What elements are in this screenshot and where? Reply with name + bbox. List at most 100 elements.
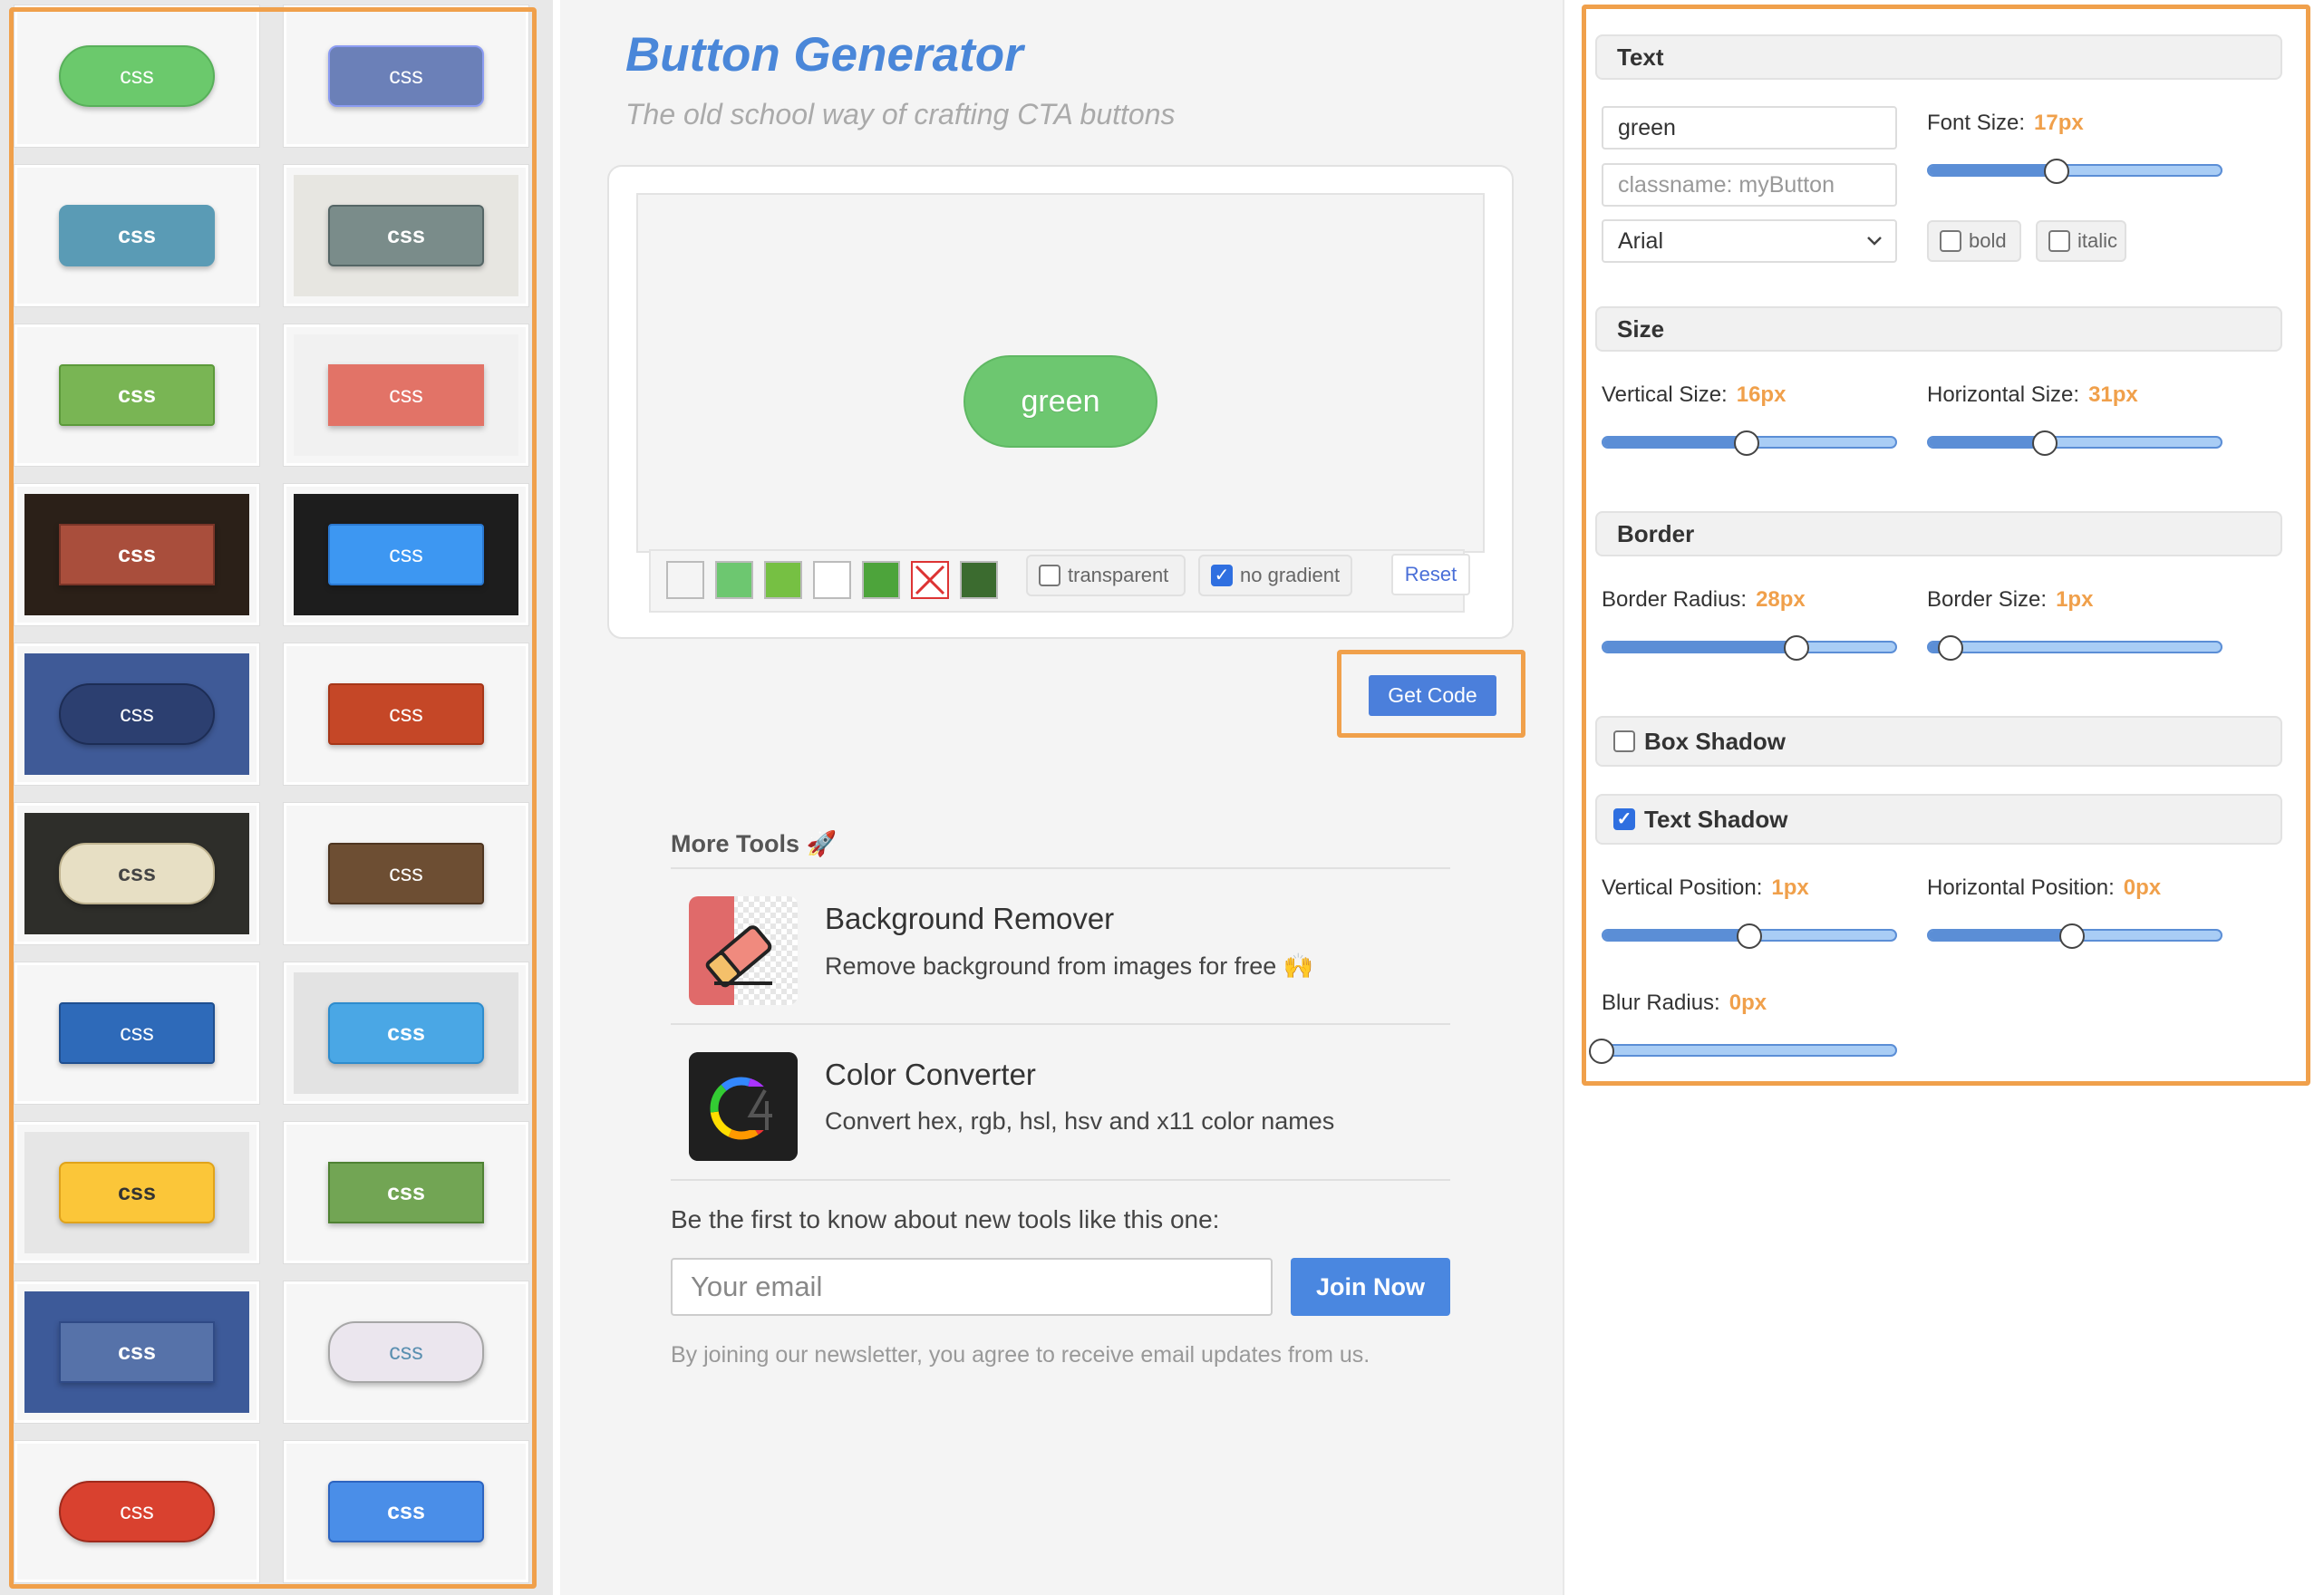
- preset-button[interactable]: css: [59, 205, 215, 266]
- horizontal-size-slider[interactable]: [1927, 423, 2222, 459]
- eraser-icon[interactable]: [689, 896, 798, 1005]
- text-section-title: Text: [1617, 43, 1664, 71]
- italic-toggle[interactable]: italic: [2036, 220, 2126, 262]
- preset-button[interactable]: css: [59, 524, 215, 585]
- preset-tile[interactable]: css: [284, 962, 528, 1104]
- preset-button[interactable]: css: [328, 524, 484, 585]
- email-input[interactable]: [671, 1258, 1273, 1316]
- preset-button[interactable]: css: [59, 1162, 215, 1223]
- shadow-vertical-position-label: Vertical Position: 1px: [1602, 875, 1809, 900]
- shadow-horizontal-position-value: 0px: [2123, 875, 2162, 900]
- page-subtitle: The old school way of crafting CTA butto…: [625, 98, 1176, 130]
- font-size-label: Font Size: 17px: [1927, 111, 2084, 135]
- button-text-input[interactable]: [1602, 106, 1897, 150]
- preset-tile-background: css: [24, 813, 249, 934]
- horizontal-size-value: 31px: [2088, 382, 2138, 407]
- preset-tile[interactable]: css: [15, 5, 259, 147]
- color-swatch[interactable]: [715, 561, 753, 599]
- get-code-button[interactable]: Get Code: [1369, 675, 1496, 716]
- preset-tile[interactable]: css: [15, 1122, 259, 1263]
- border-size-slider[interactable]: [1927, 628, 2222, 664]
- preset-tile[interactable]: css: [284, 484, 528, 625]
- vertical-size-label: Vertical Size: 16px: [1602, 382, 1787, 407]
- text-shadow-section-header[interactable]: ✓ Text Shadow: [1595, 794, 2282, 845]
- bold-toggle[interactable]: bold: [1927, 220, 2021, 262]
- preset-tile[interactable]: css: [15, 484, 259, 625]
- preset-button[interactable]: css: [328, 45, 484, 107]
- join-now-button[interactable]: Join Now: [1291, 1258, 1450, 1316]
- preset-button[interactable]: css: [59, 1002, 215, 1064]
- no-color-swatch[interactable]: [911, 561, 949, 599]
- shadow-horizontal-position-slider[interactable]: [1927, 916, 2222, 952]
- newsletter-note: By joining our newsletter, you agree to …: [671, 1342, 1370, 1368]
- color-wheel-icon[interactable]: [689, 1052, 798, 1161]
- preset-button[interactable]: css: [328, 1481, 484, 1542]
- tool-title[interactable]: Background Remover: [825, 902, 1114, 936]
- color-swatch[interactable]: [960, 561, 998, 599]
- preset-button[interactable]: css: [328, 205, 484, 266]
- preset-tile[interactable]: css: [15, 962, 259, 1104]
- blur-radius-label: Blur Radius: 0px: [1602, 991, 1767, 1015]
- font-select[interactable]: Arial: [1602, 219, 1897, 263]
- preset-button[interactable]: css: [59, 683, 215, 745]
- color-swatch[interactable]: [813, 561, 851, 599]
- border-section-title: Border: [1617, 519, 1695, 547]
- preset-button[interactable]: css: [59, 364, 215, 426]
- font-size-slider[interactable]: [1927, 151, 2222, 188]
- border-radius-slider[interactable]: [1602, 628, 1897, 664]
- preset-tile-background: css: [294, 1132, 518, 1253]
- blur-radius-slider[interactable]: [1589, 1031, 1897, 1068]
- preset-button[interactable]: css: [328, 683, 484, 745]
- no-gradient-toggle[interactable]: ✓ no gradient: [1198, 555, 1352, 596]
- preset-button[interactable]: css: [59, 1321, 215, 1383]
- bold-checkbox[interactable]: [1940, 230, 1961, 252]
- preset-tile[interactable]: css: [15, 1441, 259, 1582]
- bold-label: bold: [1969, 229, 2007, 252]
- preset-button[interactable]: css: [59, 45, 215, 107]
- vertical-size-slider[interactable]: [1602, 423, 1897, 459]
- classname-input[interactable]: [1602, 163, 1897, 207]
- preset-tile[interactable]: css: [284, 1122, 528, 1263]
- preset-tile-background: css: [24, 1451, 249, 1572]
- preset-button[interactable]: css: [328, 1002, 484, 1064]
- preset-button[interactable]: css: [328, 1321, 484, 1383]
- preset-tile[interactable]: css: [284, 165, 528, 306]
- preset-tile[interactable]: css: [284, 1441, 528, 1582]
- color-swatch[interactable]: [862, 561, 900, 599]
- text-shadow-checkbox[interactable]: ✓: [1613, 808, 1635, 830]
- preset-tile[interactable]: css: [284, 324, 528, 466]
- preset-button[interactable]: css: [328, 1162, 484, 1223]
- reset-button[interactable]: Reset: [1391, 554, 1470, 595]
- transparent-checkbox[interactable]: [1039, 565, 1060, 586]
- box-shadow-section-header[interactable]: Box Shadow: [1595, 716, 2282, 767]
- preset-tile[interactable]: css: [15, 643, 259, 785]
- preset-tile[interactable]: css: [15, 1281, 259, 1423]
- shadow-vertical-position-slider[interactable]: [1602, 916, 1897, 952]
- preset-button[interactable]: css: [59, 1481, 215, 1542]
- preset-tile-background: css: [294, 494, 518, 615]
- transparent-toggle[interactable]: transparent: [1026, 555, 1186, 596]
- preset-tile[interactable]: css: [284, 643, 528, 785]
- preset-tile-background: css: [24, 1291, 249, 1413]
- preview-button[interactable]: green: [963, 355, 1157, 448]
- preset-tile[interactable]: css: [15, 803, 259, 944]
- no-gradient-checkbox[interactable]: ✓: [1211, 565, 1233, 586]
- preset-button[interactable]: css: [59, 843, 215, 904]
- preset-tile[interactable]: css: [284, 1281, 528, 1423]
- preset-button[interactable]: css: [328, 364, 484, 426]
- preset-tile-background: css: [294, 334, 518, 456]
- tool-title[interactable]: Color Converter: [825, 1058, 1036, 1092]
- preset-tile-background: css: [24, 653, 249, 775]
- preset-tile[interactable]: css: [15, 324, 259, 466]
- italic-checkbox[interactable]: [2048, 230, 2070, 252]
- preset-tile-background: css: [24, 334, 249, 456]
- color-swatch[interactable]: [666, 561, 704, 599]
- preset-tile[interactable]: css: [284, 5, 528, 147]
- color-swatch[interactable]: [764, 561, 802, 599]
- vertical-size-value: 16px: [1736, 382, 1787, 407]
- preset-tile[interactable]: css: [15, 165, 259, 306]
- preset-tile-background: css: [24, 972, 249, 1094]
- preset-tile[interactable]: css: [284, 803, 528, 944]
- preset-button[interactable]: css: [328, 843, 484, 904]
- box-shadow-checkbox[interactable]: [1613, 730, 1635, 752]
